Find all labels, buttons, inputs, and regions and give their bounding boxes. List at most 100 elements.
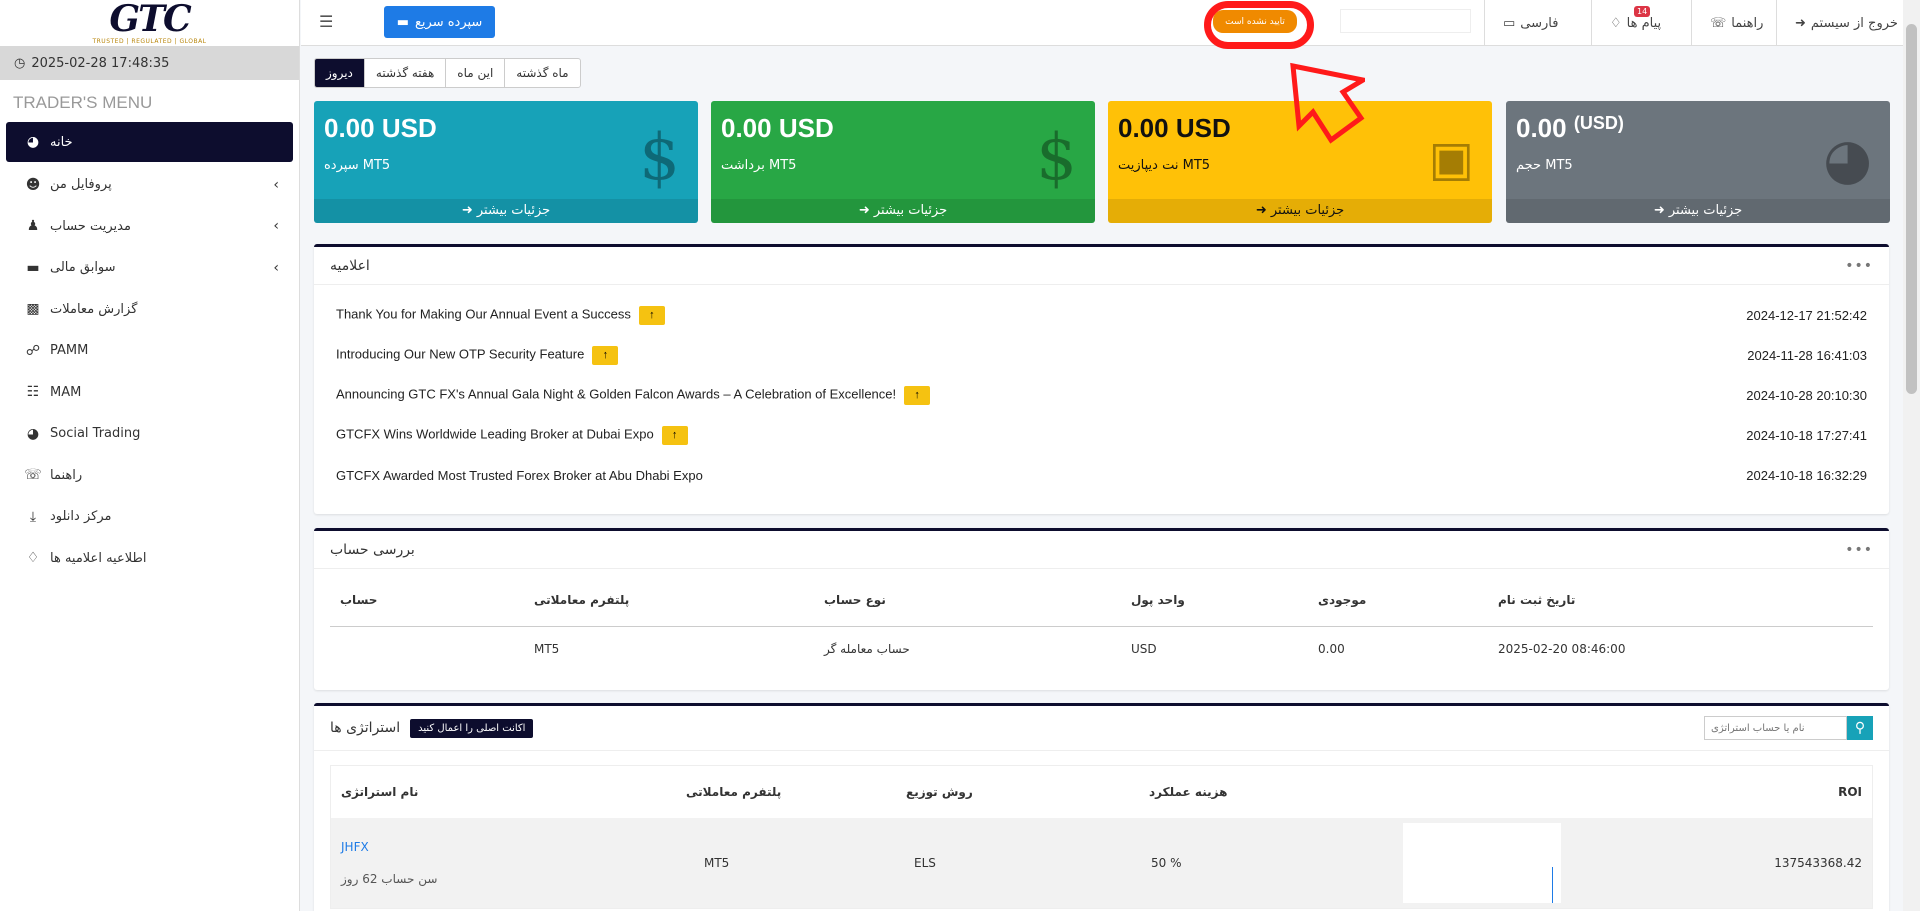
sidebar-item-trade-report[interactable]: ▩ گزارش معاملات — [6, 289, 293, 331]
card-amount: 0.00 USD — [721, 113, 834, 143]
apply-main-account-button[interactable]: اکانت اصلی را اعمال کنید — [410, 718, 534, 738]
sidebar-item-home[interactable]: ◕ خانه — [6, 122, 293, 162]
bell-icon: ♢ — [26, 550, 40, 567]
headset-icon: ☏ — [24, 467, 42, 484]
announcement-text: GTCFX Wins Worldwide Leading Broker at D… — [336, 426, 654, 441]
table-cell: USD — [1131, 642, 1157, 656]
pie-chart-icon: ◕ — [1823, 127, 1872, 192]
menu-toggle-icon[interactable]: ☰ — [319, 12, 333, 31]
card-more-link[interactable]: ➜ جزئیات بیشتر — [1506, 199, 1890, 223]
sidebar-item-social-trading[interactable]: ◕ Social Trading — [6, 413, 293, 455]
quick-deposit-button[interactable]: ▬ سپرده سریع — [384, 6, 495, 38]
strategy-name-link[interactable]: JHFX — [341, 840, 704, 854]
period-this-month[interactable]: این ماه — [445, 59, 504, 87]
dollar-icon: $ — [1036, 121, 1077, 195]
sidebar-item-label: MAM — [50, 384, 82, 400]
table-header: حساب پلتفرم معاملاتی نوع حساب واحد پول م… — [330, 593, 1873, 627]
announcement-item[interactable]: Announcing GTC FX's Annual Gala Night & … — [314, 375, 1889, 415]
help-link[interactable]: ☏ راهنما — [1691, 0, 1781, 46]
card-amount: 0.00 USD — [324, 113, 437, 143]
language-selector[interactable]: ▭ فارسی — [1484, 0, 1576, 46]
sidebar-item-financial-history[interactable]: ▬ سوابق مالی ‹ — [6, 247, 293, 289]
user-icon: ☻ — [25, 176, 41, 193]
language-label: فارسی — [1520, 15, 1559, 31]
roi-sparkline — [1403, 823, 1561, 903]
sidebar-item-pamm[interactable]: ☍ PAMM — [6, 330, 293, 372]
arrow-circle-icon: ➜ — [1255, 203, 1267, 218]
highlight-circle — [1204, 1, 1314, 49]
announcement-text: Announcing GTC FX's Annual Gala Night & … — [336, 386, 897, 401]
table-header: نام استراتژی پلتفرم معاملاتی روش توزیع ه… — [331, 766, 1872, 818]
help-label: راهنما — [1731, 15, 1764, 31]
sidebar-item-download-center[interactable]: ⤓ مرکز دانلود — [6, 496, 293, 538]
bell-icon: ♢ — [1610, 15, 1622, 31]
arrow-circle-icon: ➜ — [858, 203, 870, 218]
column-header: پلتفرم معاملاتی — [534, 593, 630, 607]
announcements-panel: اعلامیه ••• Thank You for Making Our Ann… — [314, 244, 1889, 514]
announcements-title: اعلامیه — [330, 257, 370, 274]
card-footer-label: جزئیات بیشتر — [1270, 203, 1345, 218]
announcement-item[interactable]: Thank You for Making Our Annual Event a … — [314, 295, 1889, 335]
account-review-title: بررسی حساب — [330, 541, 415, 558]
announcement-date: 2024-11-28 16:41:03 — [1747, 347, 1867, 363]
period-yesterday[interactable]: دیروز — [315, 59, 364, 87]
chevron-left-icon: ‹ — [273, 176, 279, 193]
sidebar-item-label: گزارش معاملات — [50, 301, 138, 317]
sidebar-item-label: Social Trading — [50, 426, 141, 442]
sidebar-nav: ◕ خانه ☻ پروفایل من ‹ ♟ مدیریت حساب ‹ ▬ سوابق … — [0, 122, 299, 579]
sidebar-item-help[interactable]: ☏ راهنما — [6, 455, 293, 497]
page-scrollbar[interactable] — [1903, 0, 1920, 911]
messages-label: پیام ها — [1626, 15, 1662, 31]
strategy-search: ⚲ — [1704, 716, 1873, 740]
messages-link[interactable]: ♢ پیام ها 14 — [1591, 0, 1679, 46]
logout-link[interactable]: ➜ خروج از سیستم — [1776, 0, 1916, 46]
announcement-date: 2024-12-17 21:52:42 — [1746, 307, 1867, 323]
column-header: واحد پول — [1131, 593, 1185, 607]
card-label: نت دیپازیت MT5 — [1118, 158, 1211, 173]
card-more-link[interactable]: ➜ جزئیات بیشتر — [711, 199, 1095, 223]
table-cell: 0.00 — [1318, 642, 1345, 656]
strategy-search-input[interactable] — [1704, 716, 1847, 740]
topbar: ☰ ▬ سپرده سریع تایید نشده است ▭ فارسی ♢ پیا… — [301, 0, 1920, 49]
more-options-icon[interactable]: ••• — [1845, 258, 1873, 274]
column-header: نوع حساب — [824, 593, 886, 607]
card-amount: 0.00 (USD) — [1516, 113, 1624, 144]
card-label: سپرده MT5 — [324, 158, 391, 173]
period-last-month[interactable]: ماه گذشته — [504, 59, 579, 87]
card-more-link[interactable]: ➜ جزئیات بیشتر — [1108, 199, 1492, 223]
strategies-table: نام استراتژی پلتفرم معاملاتی روش توزیع ه… — [330, 765, 1873, 909]
sidebar-item-account-management[interactable]: ♟ مدیریت حساب ‹ — [6, 206, 293, 248]
period-last-week[interactable]: هفته گذشته — [363, 59, 445, 87]
announcement-item[interactable]: GTCFX Wins Worldwide Leading Broker at D… — [314, 415, 1889, 455]
table-cell: MT5 — [534, 642, 560, 656]
panel-header: استراتژی ها اکانت اصلی را اعمال کنید ⚲ — [314, 706, 1889, 751]
sidebar-item-notifications[interactable]: ♢ اطلاعیه اعلامیه ها — [6, 538, 293, 580]
card-more-link[interactable]: ➜ جزئیات بیشتر — [314, 199, 698, 223]
sidebar-item-label: راهنما — [50, 467, 83, 483]
period-selector: دیروز هفته گذشته این ماه ماه گذشته — [314, 58, 581, 88]
announcement-item[interactable]: GTCFX Awarded Most Trusted Forex Broker … — [314, 455, 1889, 495]
announcement-tag: ↑ — [638, 305, 665, 325]
strategies-panel: استراتژی ها اکانت اصلی را اعمال کنید ⚲ ن… — [314, 703, 1889, 911]
sidebar-item-profile[interactable]: ☻ پروفایل من ‹ — [6, 164, 293, 206]
column-header: حساب — [340, 593, 378, 607]
logo[interactable]: GTC TRUSTED | REGULATED | GLOBAL — [0, 0, 299, 46]
datetime-bar: ◷ 2025-02-28 17:48:35 — [0, 46, 299, 80]
globe-icon: ◕ — [26, 425, 40, 442]
language-icon: ▭ — [1503, 15, 1516, 31]
sidebar-item-label: سوابق مالی — [50, 260, 116, 276]
sidebar-item-mam[interactable]: ☷ MAM — [6, 372, 293, 414]
blank-field — [1340, 9, 1471, 33]
menu-title: TRADER'S MENU — [13, 93, 153, 112]
scrollbar-thumb[interactable] — [1906, 24, 1917, 394]
account-table: حساب پلتفرم معاملاتی نوع حساب واحد پول م… — [330, 593, 1873, 671]
more-options-icon[interactable]: ••• — [1845, 542, 1873, 558]
table-cell: MT5 — [704, 856, 730, 870]
column-header: ROI — [1838, 785, 1862, 799]
table-cell: 137543368.42 — [1774, 856, 1862, 870]
logo-tagline: TRUSTED | REGULATED | GLOBAL — [92, 37, 207, 45]
card-amount-value: 0.00 — [1516, 113, 1567, 143]
search-icon[interactable]: ⚲ — [1847, 716, 1873, 740]
announcement-item[interactable]: Introducing Our New OTP Security Feature… — [314, 335, 1889, 375]
table-row: MT5 حساب معامله گر USD 0.00 2025-02-20 0… — [330, 627, 1873, 671]
